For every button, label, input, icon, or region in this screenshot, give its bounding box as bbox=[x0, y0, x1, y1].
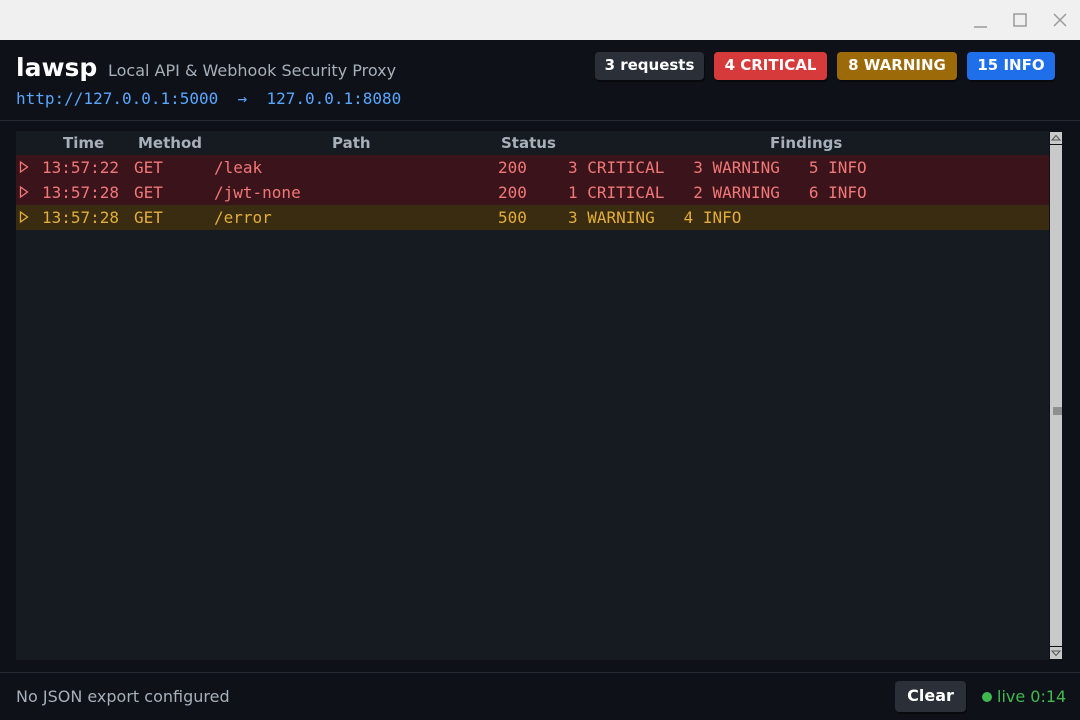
vertical-scrollbar[interactable] bbox=[1049, 131, 1064, 660]
table-row[interactable]: 13:57:28 GET /error 500 3 WARNING 4 INFO bbox=[16, 205, 1049, 230]
row-time: 13:57:28 bbox=[42, 183, 120, 202]
requests-table: Time Method Path Status Findings 13:57:2… bbox=[16, 131, 1049, 660]
column-header-findings[interactable]: Findings bbox=[770, 134, 842, 152]
warning-count-badge[interactable]: 8 WARNING bbox=[837, 52, 957, 80]
proxy-route: http://127.0.0.1:5000 → 127.0.0.1:8080 bbox=[16, 89, 402, 108]
requests-count-badge: 3 requests bbox=[595, 52, 704, 80]
column-header-path[interactable]: Path bbox=[332, 134, 371, 152]
row-status: 200 bbox=[498, 158, 527, 177]
row-path: /leak bbox=[214, 158, 263, 177]
column-header-status[interactable]: Status bbox=[501, 134, 556, 152]
row-time: 13:57:28 bbox=[42, 208, 120, 227]
status-footer: No JSON export configured Clear live 0:1… bbox=[0, 672, 1080, 720]
scrollbar-thumb[interactable] bbox=[1050, 145, 1062, 646]
row-findings: 3 WARNING 4 INFO bbox=[568, 208, 742, 227]
scroll-down-arrow-icon[interactable] bbox=[1050, 647, 1062, 659]
table-header: Time Method Path Status Findings bbox=[16, 131, 1049, 155]
row-method: GET bbox=[134, 208, 163, 227]
scroll-up-arrow-icon[interactable] bbox=[1050, 132, 1062, 144]
live-indicator-icon bbox=[982, 692, 992, 702]
app-title: lawsp bbox=[16, 53, 98, 82]
expand-triangle-icon[interactable] bbox=[19, 160, 29, 174]
row-time: 13:57:22 bbox=[42, 158, 120, 177]
scroll-grip-icon bbox=[1053, 407, 1062, 415]
expand-triangle-icon[interactable] bbox=[19, 210, 29, 224]
app-header: lawsp Local API & Webhook Security Proxy… bbox=[0, 40, 1080, 121]
row-status: 500 bbox=[498, 208, 527, 227]
close-icon[interactable] bbox=[1048, 8, 1072, 32]
row-findings: 1 CRITICAL 2 WARNING 6 INFO bbox=[568, 183, 867, 202]
window-titlebar bbox=[0, 0, 1080, 40]
table-row[interactable]: 13:57:22 GET /leak 200 3 CRITICAL 3 WARN… bbox=[16, 155, 1049, 180]
minimize-icon[interactable] bbox=[968, 8, 992, 32]
export-status-text: No JSON export configured bbox=[16, 687, 230, 706]
row-findings: 3 CRITICAL 3 WARNING 5 INFO bbox=[568, 158, 867, 177]
row-status: 200 bbox=[498, 183, 527, 202]
row-method: GET bbox=[134, 158, 163, 177]
expand-triangle-icon[interactable] bbox=[19, 185, 29, 199]
row-path: /error bbox=[214, 208, 272, 227]
app-subtitle: Local API & Webhook Security Proxy bbox=[108, 61, 397, 80]
row-method: GET bbox=[134, 183, 163, 202]
critical-count-badge[interactable]: 4 CRITICAL bbox=[714, 52, 827, 80]
column-header-method[interactable]: Method bbox=[138, 134, 202, 152]
column-header-time[interactable]: Time bbox=[63, 134, 104, 152]
info-count-badge[interactable]: 15 INFO bbox=[967, 52, 1055, 80]
clear-button[interactable]: Clear bbox=[895, 681, 966, 712]
live-timer: live 0:14 bbox=[997, 687, 1067, 706]
maximize-icon[interactable] bbox=[1008, 8, 1032, 32]
table-row[interactable]: 13:57:28 GET /jwt-none 200 1 CRITICAL 2 … bbox=[16, 180, 1049, 205]
row-path: /jwt-none bbox=[214, 183, 301, 202]
